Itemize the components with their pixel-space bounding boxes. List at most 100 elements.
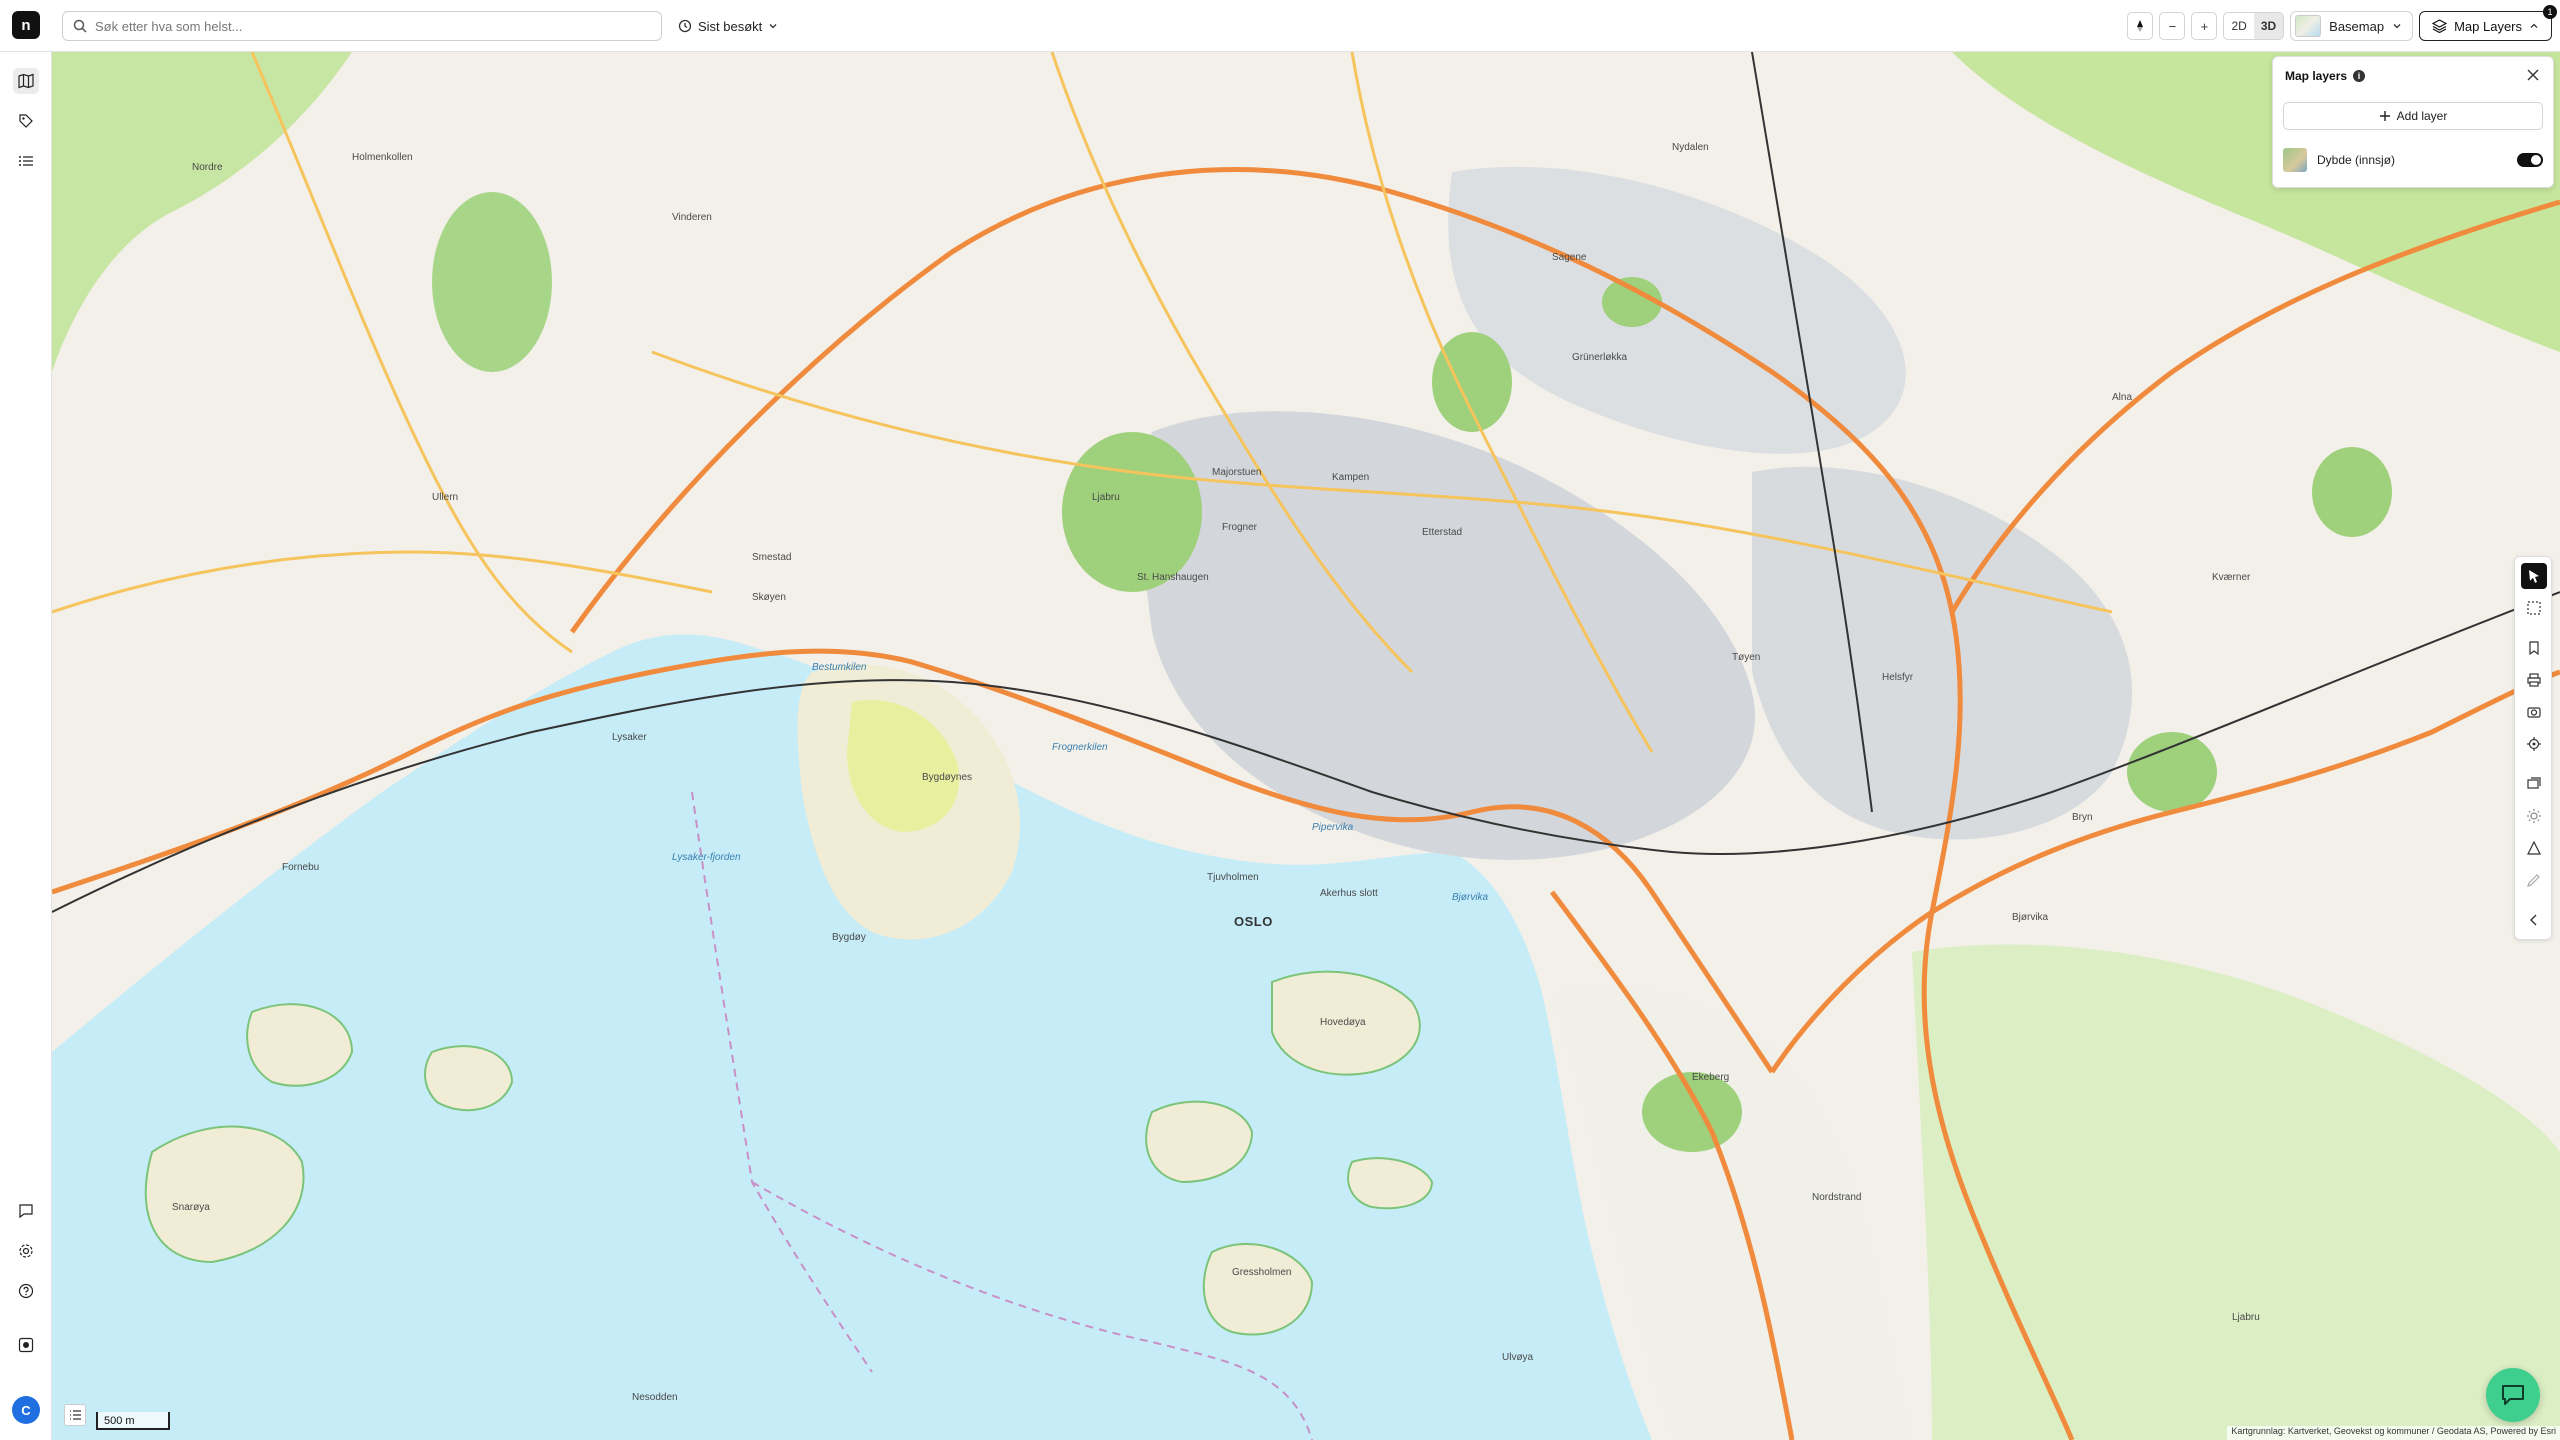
- chat-support-button[interactable]: [2486, 1368, 2540, 1422]
- recently-visited-dropdown[interactable]: Sist besøkt: [678, 14, 778, 38]
- place-label: Gressholmen: [1232, 1267, 1292, 1278]
- left-rail: C: [0, 52, 52, 1440]
- place-label: Hovedøya: [1320, 1017, 1366, 1028]
- place-label: Snarøya: [172, 1202, 210, 1213]
- place-label: Tøyen: [1732, 652, 1761, 663]
- place-label: Bryn: [2072, 812, 2093, 823]
- layers-icon: [2432, 19, 2448, 33]
- record-icon[interactable]: [13, 1332, 39, 1358]
- map-layers-label: Map Layers: [2454, 18, 2522, 34]
- place-label: Grünerløkka: [1572, 352, 1628, 363]
- place-label: Ljabru: [2232, 1312, 2260, 1323]
- water-label: Lysaker-fjorden: [672, 852, 741, 863]
- place-label: Ullern: [432, 492, 459, 503]
- park-holmenkollen: [432, 192, 552, 372]
- place-label: Ljabru: [1092, 492, 1120, 503]
- clock-icon: [678, 19, 692, 33]
- location-icon[interactable]: [2521, 731, 2547, 757]
- island-ormoya: [424, 1045, 514, 1112]
- place-label: Helsfyr: [1882, 672, 1914, 683]
- add-layer-label: Add layer: [2396, 109, 2448, 123]
- place-label: Nordre: [192, 162, 223, 173]
- chevron-down-icon: [769, 24, 777, 29]
- close-icon: [2527, 69, 2539, 81]
- map-icon[interactable]: [13, 68, 39, 94]
- water-label: Bjørvika: [1452, 892, 1489, 903]
- legend-icon: [70, 1410, 81, 1420]
- draw-icon[interactable]: [2521, 867, 2547, 893]
- settings-icon[interactable]: [13, 1238, 39, 1264]
- scale-bar: 500 m: [96, 1412, 170, 1430]
- print-icon[interactable]: [2521, 667, 2547, 693]
- recently-visited-label: Sist besøkt: [698, 18, 763, 34]
- place-label: Bygdøynes: [922, 772, 973, 783]
- place-label: Smestad: [752, 552, 792, 563]
- view-mode-toggle: 2D 3D: [2223, 12, 2285, 40]
- zoom-in-button[interactable]: +: [2191, 12, 2218, 40]
- plus-icon: [2379, 111, 2390, 121]
- search-box[interactable]: [62, 11, 662, 41]
- app-logo[interactable]: n: [12, 11, 40, 39]
- bookmark-icon[interactable]: [2521, 635, 2547, 661]
- place-label: Lysaker: [612, 732, 647, 743]
- map-layers-button[interactable]: Map Layers 1: [2419, 5, 2557, 41]
- camera-icon[interactable]: [2521, 699, 2547, 725]
- layer-visibility-toggle[interactable]: [2517, 153, 2543, 167]
- select-area-icon[interactable]: [2521, 595, 2547, 621]
- vigeland-park: [1062, 432, 1202, 592]
- place-label: Bjørvika: [2012, 912, 2049, 923]
- place-label: Nydalen: [1672, 142, 1709, 153]
- legend-button[interactable]: [64, 1404, 86, 1426]
- park-st-hanshaugen: [1432, 332, 1512, 432]
- place-label: Kampen: [1332, 472, 1370, 483]
- map-attribution: Kartgrunnlag: Kartverket, Geovekst og ko…: [2227, 1426, 2560, 1440]
- layers-panel-title: Map layers i: [2285, 69, 2366, 83]
- place-label: Sagene: [1552, 252, 1587, 263]
- city-label: OSLO: [1234, 914, 1273, 929]
- place-label: Tjuvholmen: [1207, 872, 1259, 883]
- add-layer-button[interactable]: Add layer: [2283, 102, 2543, 130]
- water-label: Bestumkilen: [812, 662, 867, 673]
- close-panel-button[interactable]: [2523, 65, 2543, 85]
- layers-panel-title-text: Map layers: [2285, 69, 2348, 83]
- layer-row[interactable]: Dybde (innsjø): [2283, 145, 2543, 175]
- search-input[interactable]: [95, 18, 635, 34]
- chat-icon: [2502, 1385, 2524, 1405]
- list-icon[interactable]: [13, 148, 39, 174]
- place-label: Bygdøy: [832, 932, 866, 943]
- measure-icon[interactable]: [2521, 835, 2547, 861]
- tag-icon[interactable]: [13, 108, 39, 134]
- zoom-out-button[interactable]: −: [2159, 12, 2186, 40]
- view-mode-3d[interactable]: 3D: [2253, 13, 2284, 39]
- place-label: Kværner: [2212, 572, 2251, 583]
- place-label: Etterstad: [1422, 527, 1463, 538]
- view-mode-2d[interactable]: 2D: [2224, 13, 2253, 39]
- sun-icon[interactable]: [2521, 803, 2547, 829]
- layers-stack-icon[interactable]: [2521, 771, 2547, 797]
- basemap-selector[interactable]: Basemap: [2290, 11, 2414, 41]
- feedback-icon[interactable]: [13, 1198, 39, 1224]
- place-label: Nordstrand: [1812, 1192, 1862, 1203]
- place-label: Majorstuen: [1212, 467, 1262, 478]
- place-label: Vinderen: [672, 212, 712, 223]
- place-label: Fornebu: [282, 862, 320, 873]
- chevron-up-icon: [2530, 23, 2538, 28]
- water-label: Pipervika: [1312, 822, 1354, 833]
- top-bar: n Sist besøkt − + 2D 3D Basemap Map Laye…: [0, 0, 2560, 52]
- water-label: Frognerkilen: [1052, 742, 1108, 753]
- place-label: Holmenkollen: [352, 152, 413, 163]
- info-icon[interactable]: i: [2353, 70, 2366, 82]
- user-avatar[interactable]: C: [12, 1396, 40, 1424]
- chevron-down-icon: [2393, 24, 2401, 29]
- basemap-thumbnail: [2295, 15, 2322, 37]
- layer-thumbnail: [2283, 148, 2307, 172]
- map-layers-panel: Map layers i Add layer Dybde (innsjø): [2272, 56, 2554, 188]
- cursor-icon[interactable]: [2521, 563, 2547, 589]
- place-label: Ulvøya: [1502, 1352, 1534, 1363]
- map-canvas[interactable]: OSLO Ljabru St. Hanshaugen Frogner Major…: [52, 52, 2560, 1440]
- place-label: Akerhus slott: [1320, 888, 1378, 899]
- help-icon[interactable]: [13, 1278, 39, 1304]
- compass-button[interactable]: [2127, 12, 2154, 40]
- place-label: Alna: [2112, 392, 2133, 403]
- collapse-icon[interactable]: [2521, 907, 2547, 933]
